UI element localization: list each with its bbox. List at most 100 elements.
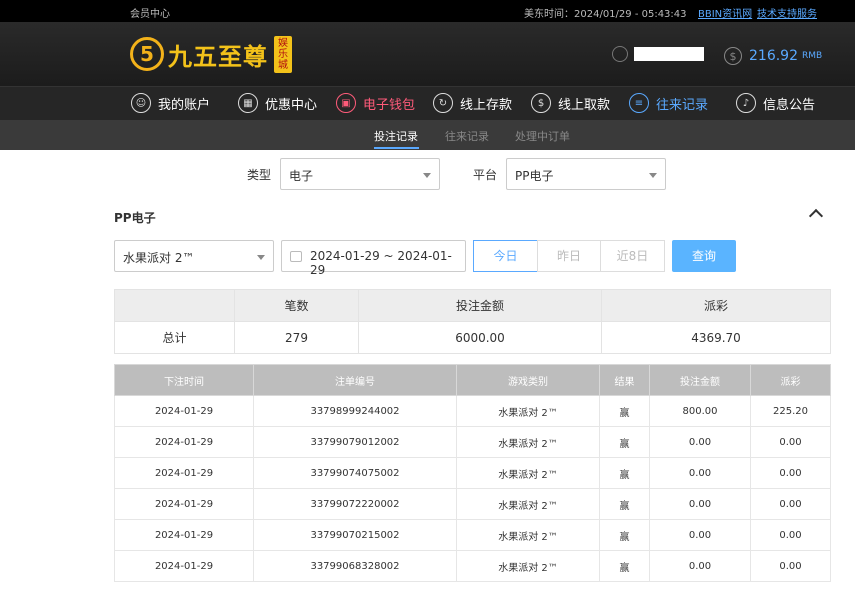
nav-label: 信息公告 [763,97,816,113]
nav-my-account[interactable]: ☺ 我的账户 [131,93,210,113]
calendar-icon [290,251,302,262]
result-icon: 赢 [619,438,630,450]
game-category: 水果派对 2™ [456,395,600,427]
records-header-row: 下注时间 注单编号 游戏类别 结果 投注金额 派彩 [114,364,831,396]
platform-label: 平台 [473,168,498,182]
bet-id: 33799070215002 [253,519,457,551]
type-label: 类型 [247,168,272,182]
yesterday-button[interactable]: 昨日 [537,240,601,272]
bet-id: 33799068328002 [253,550,457,582]
tab-bet-records[interactable]: 投注记录 [374,128,418,144]
nav-label: 优惠中心 [265,97,318,113]
result-cell[interactable]: 赢 [599,488,650,520]
result-cell[interactable]: 赢 [599,457,650,489]
currency-label: RMB [802,51,823,61]
member-center-link[interactable]: 会员中心 [130,5,170,20]
bet-id: 33799079012002 [253,426,457,458]
username-redacted [634,47,704,61]
bet-time: 2024-01-29 [114,550,254,582]
support-link[interactable]: 技术支持服务 [757,5,817,20]
nav-label: 电子钱包 [363,97,416,113]
logo-text: 九五至尊 [168,42,268,71]
platform-select[interactable]: PP电子 [506,158,666,190]
chevron-down-icon [257,255,265,260]
tab-transfers[interactable]: 往来记录 [445,128,489,144]
site-logo[interactable]: 5 九五至尊 娱乐城 [130,34,292,74]
deposit-icon: ↻ [433,93,453,113]
payout: 0.00 [750,488,831,520]
table-row[interactable]: 2024-01-29 33799072220002 水果派对 2™ 赢 0.00… [114,488,831,520]
table-row[interactable]: 2024-01-29 33798999244002 水果派对 2™ 赢 800.… [114,395,831,427]
section-title: PP电子 [114,211,156,225]
table-row[interactable]: 2024-01-29 33799068328002 水果派对 2™ 赢 0.00… [114,550,831,582]
nav-promotions[interactable]: ▦ 优惠中心 [238,93,317,113]
record-icon: ≡ [629,93,649,113]
summary-cell: 总计 [114,321,235,354]
bet-amount: 0.00 [649,426,751,458]
nav-e-wallet[interactable]: ▣ 电子钱包 [336,93,415,113]
bet-amount: 0.00 [649,488,751,520]
records-header: 下注时间 [114,364,254,396]
active-tab-underline [374,147,419,149]
game-category: 水果派对 2™ [456,488,600,520]
dollar-icon: $ [724,47,742,65]
nav-announcements[interactable]: ♪ 信息公告 [736,93,815,113]
game-select[interactable]: 水果派对 2™ [114,240,274,272]
result-cell[interactable]: 赢 [599,426,650,458]
nav-label: 我的账户 [158,97,211,113]
news-link[interactable]: BBIN资讯网 [698,5,752,20]
payout: 0.00 [750,457,831,489]
nav-label: 线上存款 [460,97,513,113]
payout: 225.20 [750,395,831,427]
today-button[interactable]: 今日 [473,240,538,272]
nav-deposit[interactable]: ↻ 线上存款 [433,93,512,113]
records-header: 游戏类别 [456,364,600,396]
game-category: 水果派对 2™ [456,457,600,489]
query-button[interactable]: 查询 [672,240,736,272]
last-8-days-button[interactable]: 近8日 [600,240,665,272]
bet-time: 2024-01-29 [114,488,254,520]
summary-table: 笔数 投注金额 派彩 总计 279 6000.00 4369.70 [114,289,831,354]
date-range-input[interactable]: 2024-01-29 ~ 2024-01-29 [281,240,466,277]
date-range-value: 2024-01-29 ~ 2024-01-29 [310,249,452,277]
wallet-icon: ▣ [336,93,356,113]
result-icon: 赢 [619,562,630,574]
bet-id: 33798999244002 [253,395,457,427]
summary-header-row: 笔数 投注金额 派彩 [114,289,831,322]
logo-mark: 5 [130,37,164,71]
chevron-down-icon [649,173,657,178]
summary-header [114,289,235,322]
brand-bar: 5 九五至尊 娱乐城 $ 216.92 RMB [0,22,855,86]
result-cell[interactable]: 赢 [599,550,650,582]
nav-withdraw[interactable]: $ 线上取款 [531,93,610,113]
type-select-value: 电子 [289,169,314,183]
result-icon: 赢 [619,407,630,419]
server-time: 美东时间：2024/01/29 - 05:43:43 [524,9,687,20]
nav-transaction-record[interactable]: ≡ 往来记录 [629,93,708,113]
records-header: 投注金额 [649,364,751,396]
user-block [612,46,704,62]
top-strip: 会员中心 美东时间：2024/01/29 - 05:43:43 BBIN资讯网 … [0,0,855,22]
table-row[interactable]: 2024-01-29 33799079012002 水果派对 2™ 赢 0.00… [114,426,831,458]
type-select[interactable]: 电子 [280,158,440,190]
bet-time: 2024-01-29 [114,457,254,489]
tab-pending-orders[interactable]: 处理中订单 [515,128,570,144]
logo-badge: 娱乐城 [274,35,292,73]
nav-label: 线上取款 [558,97,611,113]
summary-header: 投注金额 [358,289,602,322]
game-category: 水果派对 2™ [456,519,600,551]
payout: 0.00 [750,426,831,458]
table-row[interactable]: 2024-01-29 33799070215002 水果派对 2™ 赢 0.00… [114,519,831,551]
bet-time: 2024-01-29 [114,519,254,551]
records-header: 派彩 [750,364,831,396]
result-icon: 赢 [619,531,630,543]
result-cell[interactable]: 赢 [599,519,650,551]
result-cell[interactable]: 赢 [599,395,650,427]
summary-cell: 6000.00 [358,321,602,354]
summary-header: 派彩 [601,289,831,322]
balance-amount: 216.92 [749,48,798,64]
bet-id: 33799072220002 [253,488,457,520]
chevron-up-icon[interactable] [808,208,824,224]
table-row[interactable]: 2024-01-29 33799074075002 水果派对 2™ 赢 0.00… [114,457,831,489]
chevron-down-icon [423,173,431,178]
